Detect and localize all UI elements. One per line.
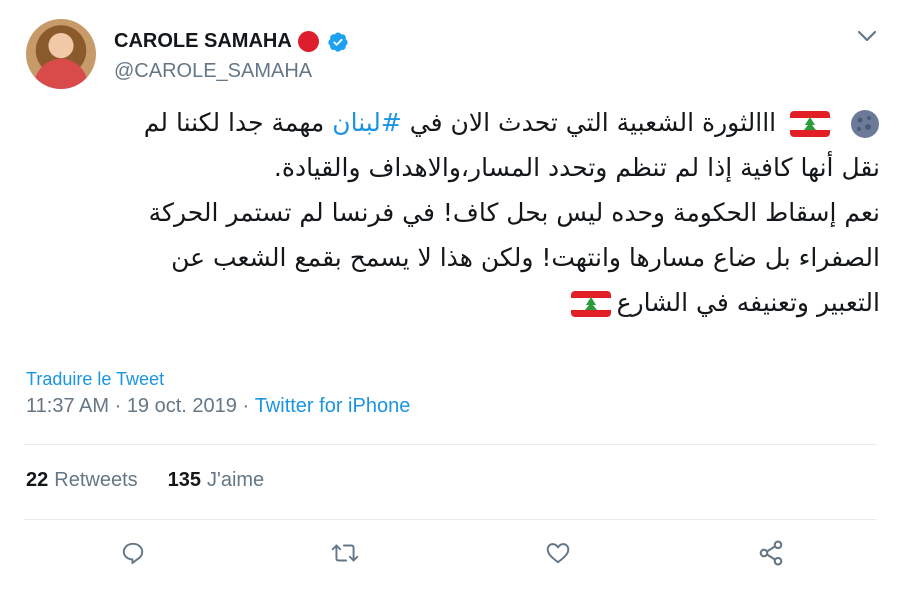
divider	[24, 444, 877, 445]
retweet-icon	[331, 544, 359, 562]
avatar[interactable]	[26, 19, 96, 89]
tweet-line: ااالثورة الشعبية التي تحدث الان في #لبنا…	[20, 100, 880, 145]
translate-tweet-link[interactable]: Traduire le Tweet	[26, 369, 164, 390]
heart-icon	[546, 543, 570, 564]
retweets-label: Retweets	[54, 469, 138, 491]
tweet-source-link[interactable]: Twitter for iPhone	[255, 395, 411, 418]
like-button[interactable]	[543, 538, 573, 568]
user-handle[interactable]: @CAROLE_SAMAHA	[114, 60, 312, 83]
retweet-button[interactable]	[330, 538, 360, 568]
tweet-stats: 22 Retweets 135 J'aime	[26, 469, 264, 492]
tweet-line-text: مهمة جدا لكننا لم	[143, 108, 333, 137]
verified-badge-icon	[328, 31, 348, 52]
divider	[24, 519, 877, 520]
lebanon-flag-icon	[790, 111, 831, 137]
tweet-line-text: ااالثورة الشعبية التي تحدث الان في	[401, 108, 777, 137]
tweet-time[interactable]: 11:37 AM	[26, 395, 109, 418]
chevron-down-icon[interactable]	[856, 28, 878, 44]
meta-separator: ·	[109, 395, 127, 417]
tweet-line-text: التعبير وتعنيفه في الشارع	[616, 288, 880, 317]
moon-icon	[851, 110, 879, 138]
tweet-line: الصفراء بل ضاع مسارها وانتهت! ولكن هذا ل…	[171, 243, 880, 272]
tweet-line: نقل أنها كافية إذا لم تنظم وتحدد المسار،…	[273, 153, 880, 182]
hashtag-link[interactable]: #لبنان	[332, 108, 402, 137]
lebanon-flag-icon	[570, 291, 611, 317]
share-icon	[759, 540, 783, 566]
tweet-meta: 11:37 AM · 19 oct. 2019 · Twitter for iP…	[26, 395, 410, 418]
retweets-count: 22	[26, 469, 49, 491]
tweet-text: ااالثورة الشعبية التي تحدث الان في #لبنا…	[20, 100, 880, 325]
tweet-line: التعبير وتعنيفه في الشارع	[20, 280, 880, 325]
tweet-line: نعم إسقاط الحكومة وحده ليس بحل كاف! في ف…	[148, 198, 880, 227]
red-circle-icon	[297, 31, 319, 52]
user-name-row: CAROLE SAMAHA	[114, 30, 349, 53]
likes-stat[interactable]: 135 J'aime	[168, 469, 265, 492]
meta-separator: ·	[236, 395, 255, 417]
share-button[interactable]	[756, 538, 786, 568]
display-name[interactable]: CAROLE SAMAHA	[114, 30, 292, 53]
likes-label: J'aime	[207, 469, 265, 491]
retweets-stat[interactable]: 22 Retweets	[26, 469, 138, 492]
tweet-actions-bar	[0, 538, 899, 578]
tweet-date[interactable]: 19 oct. 2019	[127, 395, 237, 418]
reply-button[interactable]	[118, 538, 148, 568]
reply-icon	[122, 542, 144, 564]
likes-count: 135	[167, 469, 201, 491]
